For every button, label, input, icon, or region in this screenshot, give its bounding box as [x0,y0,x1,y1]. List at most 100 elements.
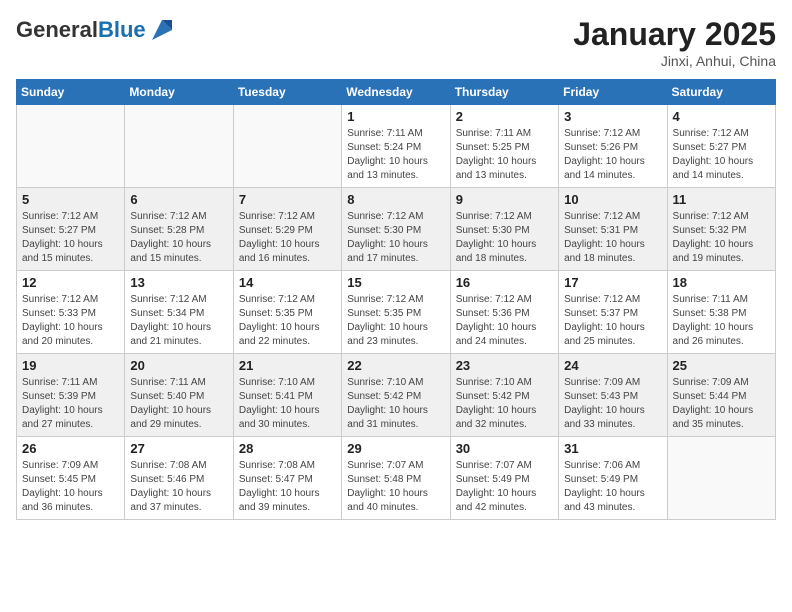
day-number: 27 [130,441,227,456]
day-number: 4 [673,109,770,124]
day-info: Sunrise: 7:12 AMSunset: 5:37 PMDaylight:… [564,293,661,349]
logo: GeneralBlue [16,16,176,44]
day-number: 30 [456,441,553,456]
day-number: 14 [239,275,336,290]
calendar-day-cell: 31 Sunrise: 7:06 AMSunset: 5:49 PMDayligh… [559,437,667,520]
calendar-week-row: 5 Sunrise: 7:12 AMSunset: 5:27 PMDaylight… [17,188,776,271]
calendar-day-cell: 3 Sunrise: 7:12 AMSunset: 5:26 PMDaylight… [559,105,667,188]
weekday-header-tuesday: Tuesday [233,80,341,105]
day-info: Sunrise: 7:10 AMSunset: 5:41 PMDaylight:… [239,376,336,432]
day-number: 8 [347,192,444,207]
weekday-header-monday: Monday [125,80,233,105]
logo-icon [148,16,176,44]
day-info: Sunrise: 7:09 AMSunset: 5:43 PMDaylight:… [564,376,661,432]
day-info: Sunrise: 7:08 AMSunset: 5:47 PMDaylight:… [239,459,336,515]
calendar-day-cell [17,105,125,188]
calendar-day-cell: 30 Sunrise: 7:07 AMSunset: 5:49 PMDayligh… [450,437,558,520]
day-info: Sunrise: 7:12 AMSunset: 5:30 PMDaylight:… [347,210,444,266]
day-number: 2 [456,109,553,124]
day-info: Sunrise: 7:11 AMSunset: 5:25 PMDaylight:… [456,127,553,183]
day-number: 22 [347,358,444,373]
day-number: 31 [564,441,661,456]
day-number: 3 [564,109,661,124]
calendar-day-cell: 29 Sunrise: 7:07 AMSunset: 5:48 PMDayligh… [342,437,450,520]
calendar-day-cell: 25Sunrise: 7:09 AMSunset: 5:44 PMDayligh… [667,354,775,437]
day-info: Sunrise: 7:12 AMSunset: 5:33 PMDaylight:… [22,293,119,349]
calendar-day-cell [667,437,775,520]
calendar-day-cell: 22 Sunrise: 7:10 AMSunset: 5:42 PMDayligh… [342,354,450,437]
day-number: 18 [673,275,770,290]
calendar-day-cell: 16Sunrise: 7:12 AMSunset: 5:36 PMDayligh… [450,271,558,354]
day-number: 21 [239,358,336,373]
day-info: Sunrise: 7:12 AMSunset: 5:30 PMDaylight:… [456,210,553,266]
day-number: 16 [456,275,553,290]
day-number: 6 [130,192,227,207]
calendar-day-cell: 5 Sunrise: 7:12 AMSunset: 5:27 PMDaylight… [17,188,125,271]
day-info: Sunrise: 7:11 AMSunset: 5:40 PMDaylight:… [130,376,227,432]
calendar-table: SundayMondayTuesdayWednesdayThursdayFrid… [16,79,776,520]
day-info: Sunrise: 7:12 AMSunset: 5:27 PMDaylight:… [22,210,119,266]
day-info: Sunrise: 7:07 AMSunset: 5:48 PMDaylight:… [347,459,444,515]
calendar-day-cell [125,105,233,188]
weekday-header-sunday: Sunday [17,80,125,105]
calendar-week-row: 19 Sunrise: 7:11 AMSunset: 5:39 PMDayligh… [17,354,776,437]
day-info: Sunrise: 7:11 AMSunset: 5:38 PMDaylight:… [673,293,770,349]
calendar-day-cell: 23Sunrise: 7:10 AMSunset: 5:42 PMDayligh… [450,354,558,437]
day-number: 1 [347,109,444,124]
day-number: 29 [347,441,444,456]
day-number: 11 [673,192,770,207]
calendar-day-cell: 14 Sunrise: 7:12 AMSunset: 5:35 PMDayligh… [233,271,341,354]
day-info: Sunrise: 7:08 AMSunset: 5:46 PMDaylight:… [130,459,227,515]
day-info: Sunrise: 7:10 AMSunset: 5:42 PMDaylight:… [347,376,444,432]
day-info: Sunrise: 7:11 AMSunset: 5:39 PMDaylight:… [22,376,119,432]
calendar-day-cell [233,105,341,188]
day-number: 25 [673,358,770,373]
day-info: Sunrise: 7:07 AMSunset: 5:49 PMDaylight:… [456,459,553,515]
calendar-day-cell: 1Sunrise: 7:11 AMSunset: 5:24 PMDaylight… [342,105,450,188]
calendar-day-cell: 13 Sunrise: 7:12 AMSunset: 5:34 PMDayligh… [125,271,233,354]
calendar-day-cell: 26 Sunrise: 7:09 AMSunset: 5:45 PMDayligh… [17,437,125,520]
day-number: 28 [239,441,336,456]
location-subtitle: Jinxi, Anhui, China [573,53,776,69]
day-info: Sunrise: 7:12 AMSunset: 5:35 PMDaylight:… [347,293,444,349]
calendar-day-cell: 9Sunrise: 7:12 AMSunset: 5:30 PMDaylight… [450,188,558,271]
day-number: 26 [22,441,119,456]
day-number: 12 [22,275,119,290]
day-info: Sunrise: 7:12 AMSunset: 5:35 PMDaylight:… [239,293,336,349]
logo-blue-text: Blue [98,17,146,42]
day-number: 13 [130,275,227,290]
weekday-header-thursday: Thursday [450,80,558,105]
day-number: 24 [564,358,661,373]
calendar-day-cell: 4 Sunrise: 7:12 AMSunset: 5:27 PMDaylight… [667,105,775,188]
weekday-header-wednesday: Wednesday [342,80,450,105]
day-number: 15 [347,275,444,290]
day-number: 10 [564,192,661,207]
day-number: 5 [22,192,119,207]
calendar-day-cell: 12 Sunrise: 7:12 AMSunset: 5:33 PMDayligh… [17,271,125,354]
calendar-day-cell: 15 Sunrise: 7:12 AMSunset: 5:35 PMDayligh… [342,271,450,354]
calendar-day-cell: 6Sunrise: 7:12 AMSunset: 5:28 PMDaylight… [125,188,233,271]
day-number: 23 [456,358,553,373]
day-info: Sunrise: 7:06 AMSunset: 5:49 PMDaylight:… [564,459,661,515]
month-title: January 2025 [573,16,776,53]
day-number: 19 [22,358,119,373]
day-info: Sunrise: 7:09 AMSunset: 5:45 PMDaylight:… [22,459,119,515]
calendar-day-cell: 28 Sunrise: 7:08 AMSunset: 5:47 PMDayligh… [233,437,341,520]
calendar-day-cell: 19 Sunrise: 7:11 AMSunset: 5:39 PMDayligh… [17,354,125,437]
calendar-day-cell: 20Sunrise: 7:11 AMSunset: 5:40 PMDayligh… [125,354,233,437]
title-block: January 2025 Jinxi, Anhui, China [573,16,776,69]
day-info: Sunrise: 7:12 AMSunset: 5:27 PMDaylight:… [673,127,770,183]
calendar-day-cell: 11 Sunrise: 7:12 AMSunset: 5:32 PMDayligh… [667,188,775,271]
weekday-header-friday: Friday [559,80,667,105]
page-header: GeneralBlue January 2025 Jinxi, Anhui, C… [16,16,776,69]
logo-general-text: General [16,17,98,42]
weekday-header-saturday: Saturday [667,80,775,105]
day-number: 17 [564,275,661,290]
calendar-day-cell: 18 Sunrise: 7:11 AMSunset: 5:38 PMDayligh… [667,271,775,354]
day-info: Sunrise: 7:12 AMSunset: 5:31 PMDaylight:… [564,210,661,266]
day-info: Sunrise: 7:12 AMSunset: 5:34 PMDaylight:… [130,293,227,349]
calendar-day-cell: 8 Sunrise: 7:12 AMSunset: 5:30 PMDaylight… [342,188,450,271]
day-info: Sunrise: 7:12 AMSunset: 5:26 PMDaylight:… [564,127,661,183]
calendar-week-row: 12 Sunrise: 7:12 AMSunset: 5:33 PMDayligh… [17,271,776,354]
day-info: Sunrise: 7:12 AMSunset: 5:32 PMDaylight:… [673,210,770,266]
